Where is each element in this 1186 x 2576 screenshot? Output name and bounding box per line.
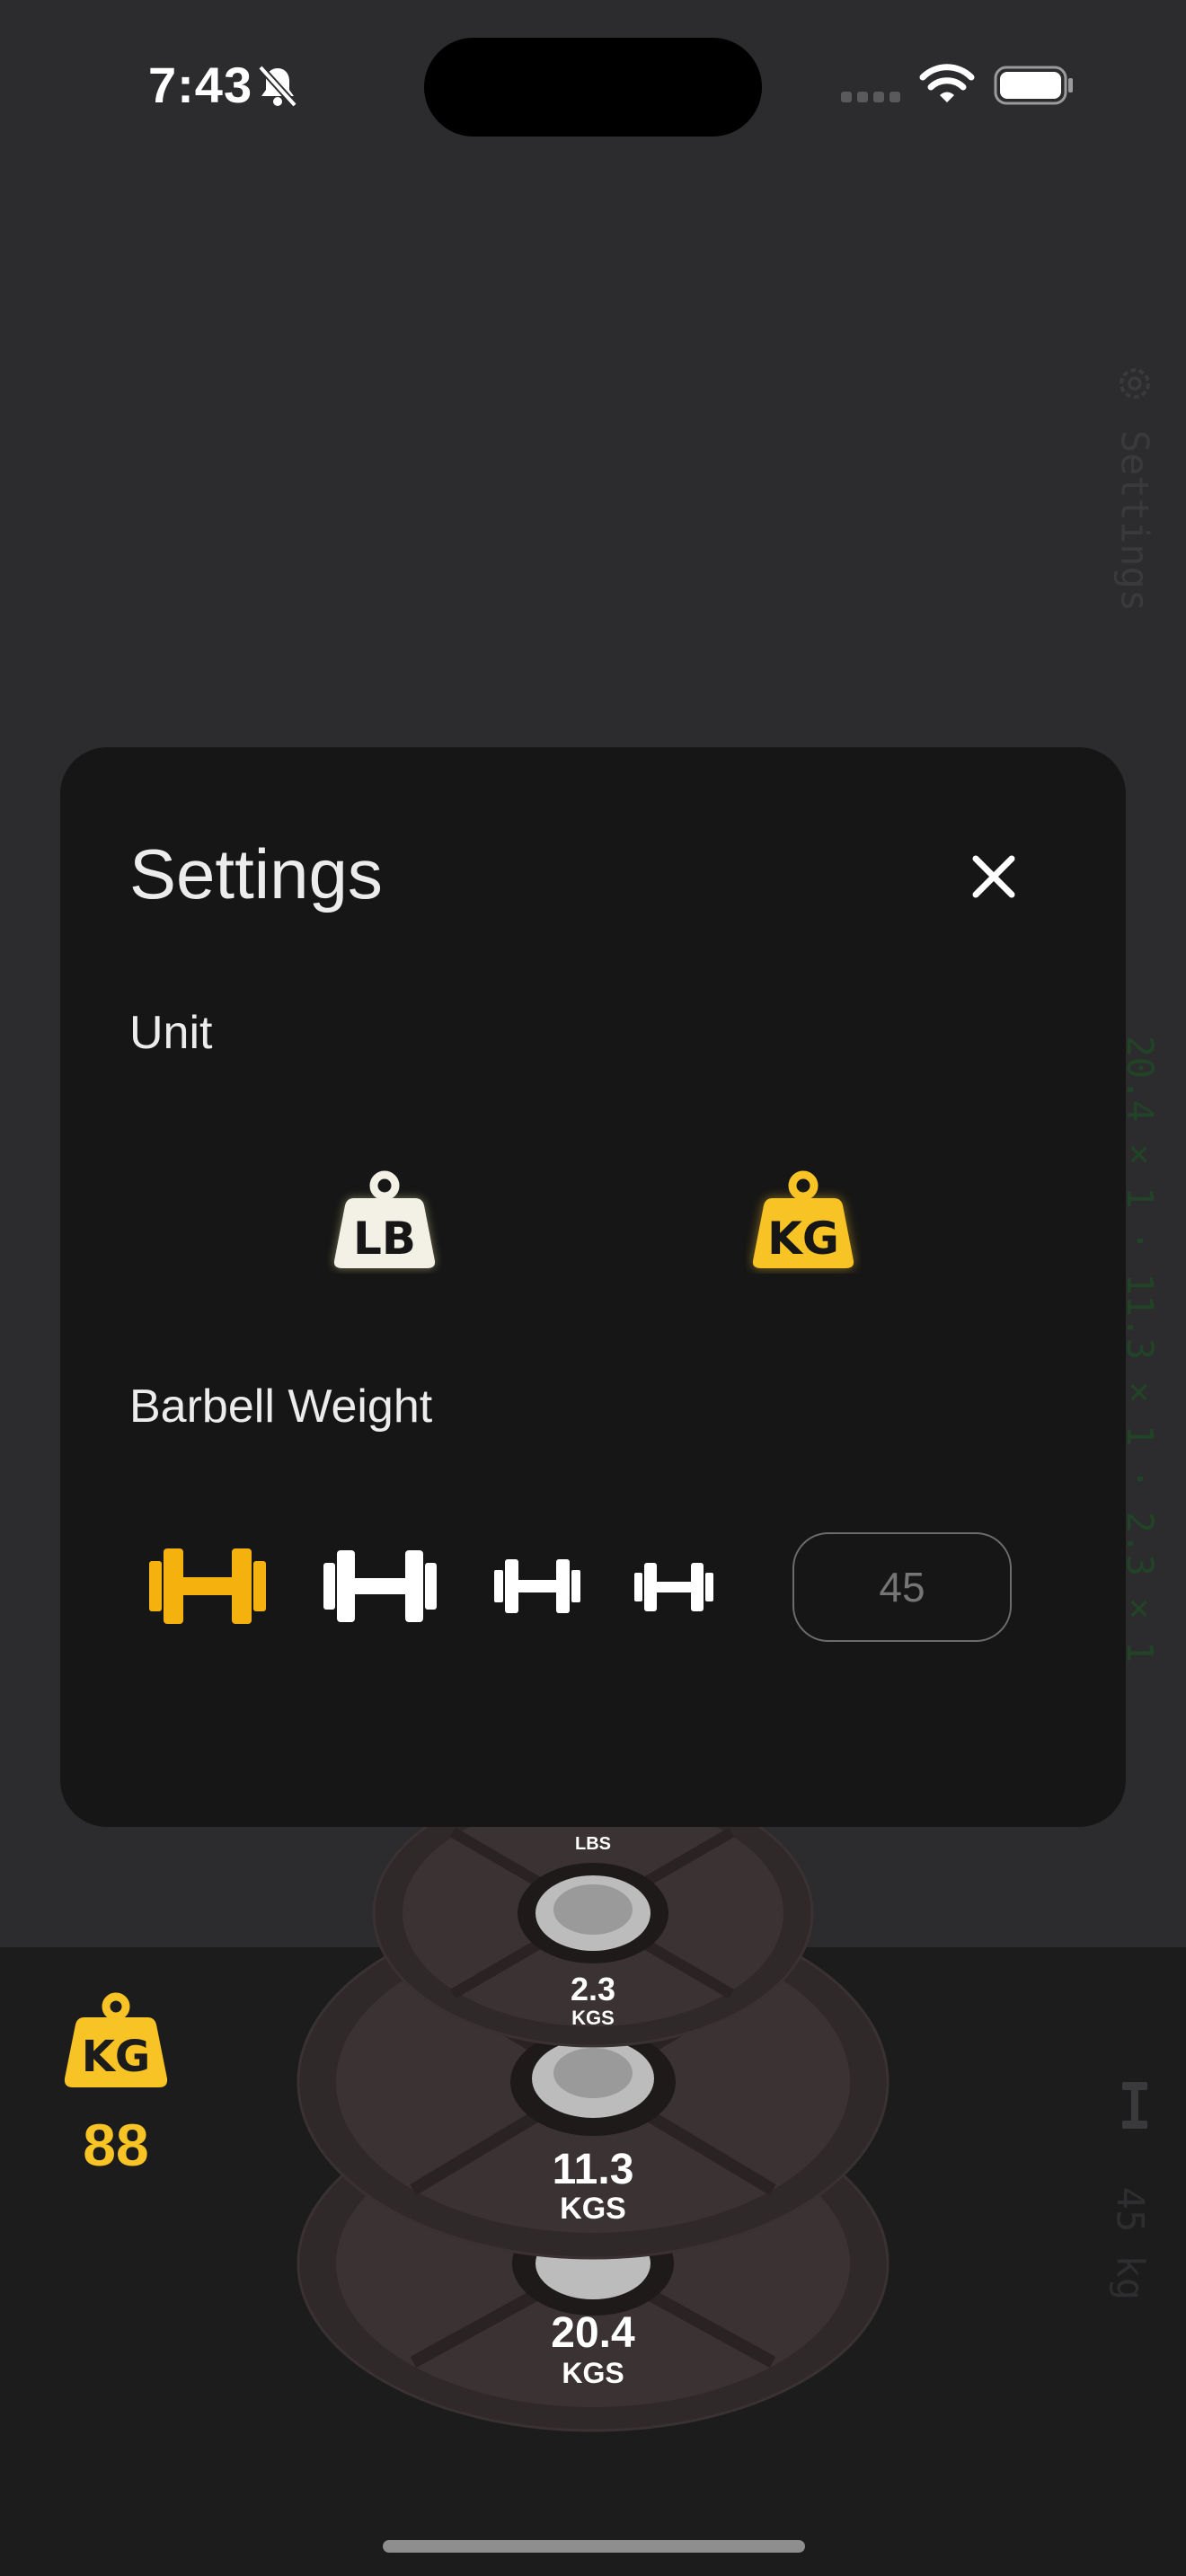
barbell-extra-small-button[interactable]: [633, 1563, 715, 1611]
unit-label: Unit: [129, 1007, 213, 1059]
status-time: 7:43: [148, 57, 253, 113]
side-bar-weight: 45 kg: [1108, 2186, 1153, 2301]
bell-muted-icon: [258, 65, 297, 108]
barbell-weight-label: Barbell Weight: [129, 1381, 433, 1433]
kg-weight-icon: KG: [64, 1992, 168, 2087]
unit-lb-button[interactable]: LB: [327, 1168, 442, 1274]
lb-weight-icon: LB: [333, 1170, 436, 1268]
dynamic-island: [424, 38, 762, 137]
plate-weight: 20.4: [551, 2309, 635, 2357]
barbell-large-button[interactable]: [147, 1548, 268, 1624]
cellular-signal-icon: [841, 92, 900, 102]
settings-title: Settings: [129, 834, 383, 913]
unit-kg-button[interactable]: KG: [746, 1168, 861, 1274]
barbell-icon: [1122, 2082, 1147, 2129]
plate-unit: KGS: [560, 2192, 626, 2226]
plate-unit: KGS: [571, 2007, 615, 2029]
kg-weight-icon: KG: [752, 1170, 854, 1268]
plate-unit: KGS: [562, 2357, 624, 2389]
total-weight: 88: [83, 2112, 149, 2178]
wifi-icon: [919, 64, 975, 102]
side-settings-label[interactable]: Settings: [1113, 430, 1157, 612]
battery-icon: [994, 66, 1073, 105]
plate-weight: 11.3: [552, 2146, 634, 2193]
close-button[interactable]: [967, 850, 1021, 904]
plate-weight: 2.3: [570, 1971, 616, 2007]
svg-text:KG: KG: [767, 1213, 839, 1265]
plate-2-3[interactable]: LBS 2.3 KGS: [372, 1787, 814, 2057]
settings-gear-icon[interactable]: [1114, 363, 1155, 404]
barbell-small-button[interactable]: [492, 1559, 582, 1613]
home-indicator: [383, 2540, 805, 2553]
svg-text:KG: KG: [82, 2032, 151, 2082]
svg-text:LB: LB: [353, 1213, 416, 1265]
barbell-medium-button[interactable]: [322, 1550, 438, 1622]
custom-barbell-weight-input[interactable]: [792, 1532, 1012, 1642]
plate-secondary-unit: LBS: [575, 1834, 611, 1854]
